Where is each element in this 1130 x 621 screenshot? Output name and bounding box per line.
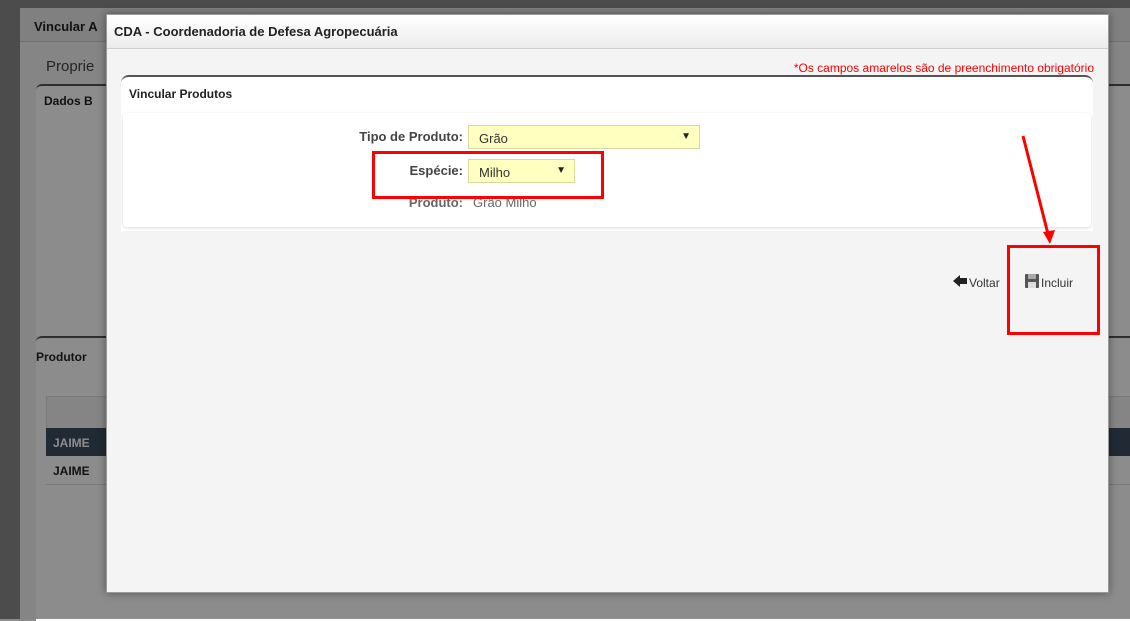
dialog-titlebar: CDA - Coordenadoria de Defesa Agropecuár… — [107, 15, 1108, 49]
especie-highlight-box — [372, 151, 604, 199]
voltar-button[interactable]: Voltar — [953, 275, 1000, 290]
tipo-produto-select[interactable]: Grão ▼ — [468, 125, 700, 149]
vincular-produtos-dialog: CDA - Coordenadoria de Defesa Agropecuár… — [106, 14, 1109, 593]
required-fields-note: *Os campos amarelos são de preenchimento… — [793, 61, 1094, 75]
voltar-label: Voltar — [969, 275, 1000, 290]
tipo-produto-value: Grão — [479, 131, 508, 146]
vincular-produtos-panel: Vincular Produtos Tipo de Produto: Grão … — [121, 75, 1093, 231]
tipo-produto-label: Tipo de Produto: — [359, 129, 463, 144]
triangle-down-icon: ▼ — [681, 131, 691, 142]
arrow-left-icon — [953, 275, 967, 290]
dialog-title: CDA - Coordenadoria de Defesa Agropecuár… — [114, 24, 398, 39]
incluir-highlight-box — [1007, 245, 1100, 335]
panel-title: Vincular Produtos — [129, 87, 233, 101]
panel-form: Tipo de Produto: Grão ▼ Espécie: Milho ▼… — [123, 113, 1091, 227]
